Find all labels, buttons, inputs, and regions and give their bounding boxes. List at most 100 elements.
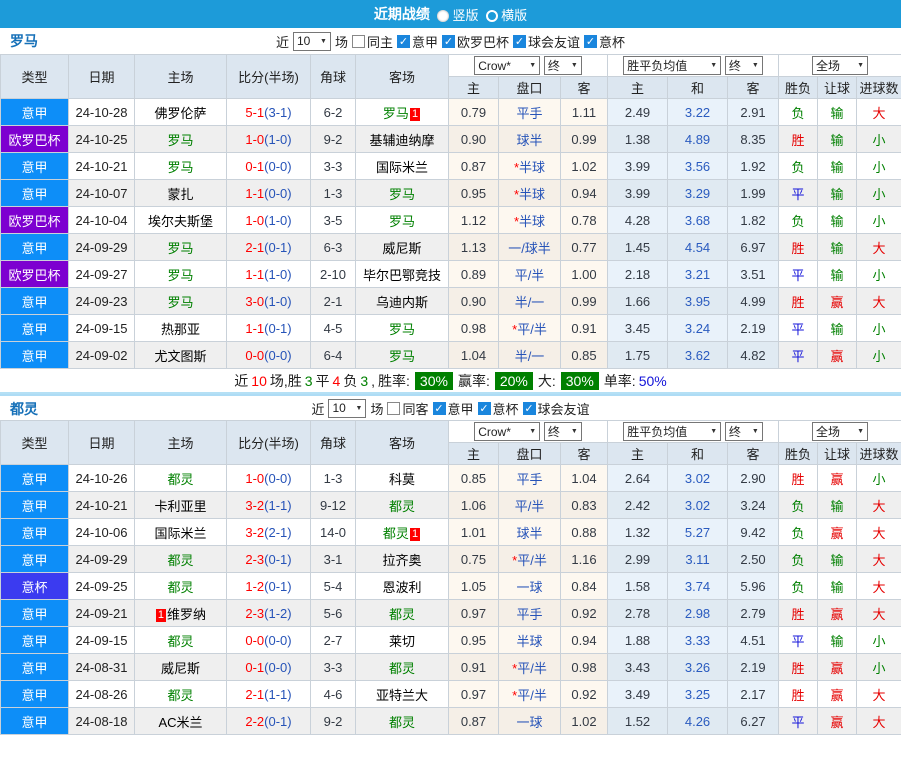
score-cell: 3-2(2-1) [227,519,311,546]
col-type: 类型 [1,55,69,99]
team-link[interactable]: 威尼斯 [161,661,200,676]
checkbox-unchecked-icon[interactable] [387,402,400,415]
league-filter-serie-a[interactable]: 意甲 [397,32,438,51]
checkbox-checked-icon[interactable] [433,402,446,415]
team-link[interactable]: 罗马 [167,268,193,283]
col-home: 主场 [135,55,227,99]
team-link[interactable]: 都灵 [389,499,415,514]
halftime-score: (0-1) [264,579,291,594]
league-filter-coppa[interactable]: 意杯 [478,399,519,418]
team-name-roma[interactable]: 罗马 [10,28,38,54]
result-wdl: 胜 [779,654,818,681]
layout-radio-horizontal[interactable]: 横版 [486,5,528,24]
team-link[interactable]: 拉齐奥 [382,553,421,568]
team-link[interactable]: 毕尔巴鄂竞技 [363,268,441,283]
league-filter-europa[interactable]: 欧罗巴杯 [442,32,509,51]
team-link[interactable]: 国际米兰 [154,526,206,541]
team-link[interactable]: 都灵 [167,580,193,595]
team-link[interactable]: 罗马 [389,322,415,337]
radio-unselected-icon[interactable] [486,10,498,22]
cover-rate-label: 赢率: [458,371,490,391]
team-link[interactable]: 维罗纳 [167,607,206,622]
team-link[interactable]: 国际米兰 [376,160,428,175]
team-link[interactable]: 罗马 [167,241,193,256]
team-link[interactable]: 都灵 [389,661,415,676]
team-link[interactable]: 罗马 [167,133,193,148]
team-name-torino[interactable]: 都灵 [10,396,38,422]
league-filter-coppa[interactable]: 意杯 [584,32,625,51]
checkbox-checked-icon[interactable] [442,35,455,48]
match-count-select[interactable]: 10 [293,32,331,51]
team-link[interactable]: 亚特兰大 [376,688,428,703]
team-link[interactable]: 罗马 [389,187,415,202]
avg-final-select[interactable]: 终 [725,422,763,441]
team-link[interactable]: 罗马 [389,214,415,229]
scope-select[interactable]: 全场 [812,422,868,441]
layout-radio-vertical[interactable]: 竖版 [437,5,479,24]
league-filter-friendly[interactable]: 球会友谊 [513,32,580,51]
col-wdl: 胜负 [779,77,818,99]
same-away-filter[interactable]: 同客 [387,399,428,418]
odds-provider-select[interactable]: Crow* [474,422,540,441]
team-link[interactable]: 都灵 [389,607,415,622]
team-link[interactable]: 恩波利 [382,580,421,595]
result-goals: 小 [857,465,901,492]
avg-type-select[interactable]: 胜平负均值 [623,56,721,75]
team-link[interactable]: 基辅迪纳摩 [369,133,434,148]
same-home-filter[interactable]: 同主 [352,32,393,51]
red-card-badge: 1 [410,108,420,121]
league-filter-serie-a[interactable]: 意甲 [433,399,474,418]
team-link[interactable]: 都灵 [167,688,193,703]
odds-final-select[interactable]: 终 [544,56,582,75]
team-link[interactable]: 卡利亚里 [154,499,206,514]
radio-selected-icon[interactable] [437,10,449,22]
checkbox-checked-icon[interactable] [478,402,491,415]
odds-handicap-line: 一球 [499,573,561,600]
team-link[interactable]: 埃尔夫斯堡 [148,214,213,229]
team-link[interactable]: 尤文图斯 [154,349,206,364]
team-link[interactable]: 罗马 [167,160,193,175]
checkbox-checked-icon[interactable] [513,35,526,48]
team-link[interactable]: 佛罗伦萨 [154,106,206,121]
score-cell: 3-2(1-1) [227,492,311,519]
avg-away-value: 1.82 [728,207,779,234]
result-handicap: 输 [818,546,857,573]
checkbox-checked-icon[interactable] [523,402,536,415]
team-link[interactable]: 罗马 [167,295,193,310]
home-team: 罗马 [135,288,227,315]
team-link[interactable]: 都灵 [389,715,415,730]
team-link[interactable]: AC米兰 [158,715,202,730]
team-link[interactable]: 莱切 [389,634,415,649]
match-date: 24-09-02 [69,342,135,369]
team-link[interactable]: 乌迪内斯 [376,295,428,310]
team-link[interactable]: 都灵 [167,634,193,649]
checkbox-checked-icon[interactable] [584,35,597,48]
result-wdl: 平 [779,342,818,369]
team-link[interactable]: 都灵 [167,472,193,487]
team-link[interactable]: 罗马 [383,106,409,121]
team-link[interactable]: 罗马 [389,349,415,364]
corner-score: 6-4 [311,342,356,369]
col-odds-home: 主 [449,443,499,465]
checkbox-unchecked-icon[interactable] [352,35,365,48]
team-link[interactable]: 科莫 [389,472,415,487]
avg-home-value: 3.43 [608,654,668,681]
odds-final-select[interactable]: 终 [544,422,582,441]
halftime-score: (1-2) [264,606,291,621]
avg-type-select[interactable]: 胜平负均值 [623,422,721,441]
avg-home-value: 4.28 [608,207,668,234]
col-odds-line: 盘口 [499,77,561,99]
match-count-select[interactable]: 10 [328,399,366,418]
team-link[interactable]: 都灵 [383,526,409,541]
odds-handicap-line: 平手 [499,600,561,627]
team-link[interactable]: 热那亚 [161,322,200,337]
odds-provider-select[interactable]: Crow* [474,56,540,75]
league-filter-friendly[interactable]: 球会友谊 [523,399,590,418]
match-row: 意甲24-08-31威尼斯0-1(0-0)3-3都灵0.91*平/半0.983.… [1,654,901,681]
checkbox-checked-icon[interactable] [397,35,410,48]
team-link[interactable]: 都灵 [167,553,193,568]
team-link[interactable]: 蒙扎 [167,187,193,202]
scope-select[interactable]: 全场 [812,56,868,75]
avg-final-select[interactable]: 终 [725,56,763,75]
team-link[interactable]: 威尼斯 [382,241,421,256]
